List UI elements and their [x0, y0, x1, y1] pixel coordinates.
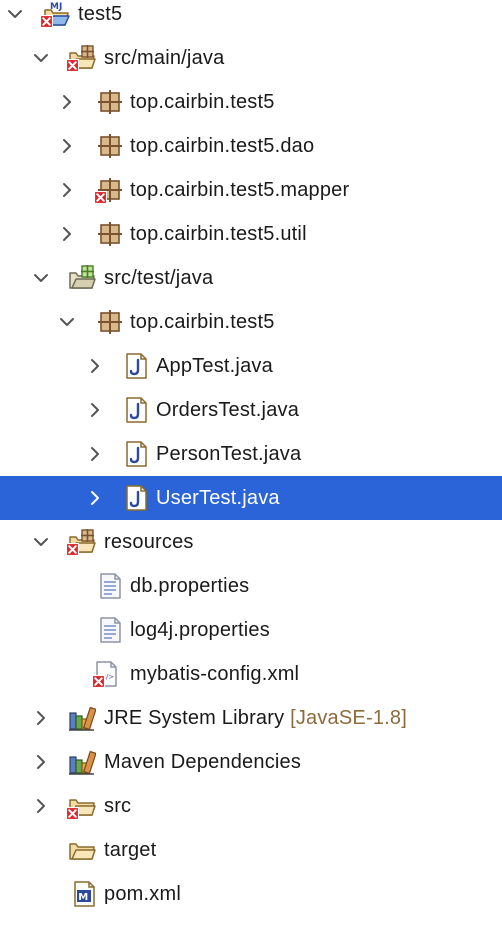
- java-file-label: PersonTest.java: [156, 443, 302, 465]
- package-label: top.cairbin.test5.util: [130, 223, 307, 245]
- library-icon: [68, 704, 96, 732]
- chevron-right-icon[interactable]: [86, 489, 104, 507]
- tree-node-src-test-java[interactable]: src/test/java: [0, 256, 502, 300]
- project-label: test5: [78, 3, 123, 25]
- chevron-right-icon[interactable]: [86, 357, 104, 375]
- tree-node-properties-file[interactable]: db.properties: [0, 564, 502, 608]
- chevron-right-icon[interactable]: [86, 445, 104, 463]
- error-overlay-icon: [40, 15, 53, 28]
- folder-icon: [68, 836, 96, 864]
- maven-label: Maven Dependencies: [104, 751, 302, 773]
- chevron-right-icon[interactable]: [58, 137, 76, 155]
- package-label: top.cairbin.test5.dao: [130, 135, 315, 157]
- package-label: top.cairbin.test5.mapper: [130, 179, 350, 201]
- java-file-label: AppTest.java: [156, 355, 273, 377]
- source-folder-icon: [68, 44, 96, 72]
- tree-node-package[interactable]: top.cairbin.test5: [0, 300, 502, 344]
- java-file-icon: [122, 484, 150, 512]
- chevron-right-icon[interactable]: [58, 225, 76, 243]
- package-label: top.cairbin.test5: [130, 91, 275, 113]
- jre-version-decoration: [JavaSE-1.8]: [290, 707, 407, 729]
- chevron-down-icon[interactable]: [32, 49, 50, 67]
- chevron-right-icon[interactable]: [32, 753, 50, 771]
- file-label: log4j.properties: [130, 619, 270, 641]
- chevron-right-icon[interactable]: [32, 797, 50, 815]
- chevron-right-icon[interactable]: [86, 401, 104, 419]
- tree-node-properties-file[interactable]: log4j.properties: [0, 608, 502, 652]
- source-folder-icon: [68, 528, 96, 556]
- tree-node-project[interactable]: test5: [0, 0, 502, 36]
- src-label: src: [104, 795, 132, 817]
- tree-node-java-file-selected[interactable]: UserTest.java: [0, 476, 502, 520]
- tree-node-maven-dependencies[interactable]: Maven Dependencies: [0, 740, 502, 784]
- source-folder-icon: [68, 264, 96, 292]
- error-overlay-icon: [66, 59, 79, 72]
- tree-node-package[interactable]: top.cairbin.test5: [0, 80, 502, 124]
- resources-label: resources: [104, 531, 194, 553]
- library-icon: [68, 748, 96, 776]
- tree-node-java-file[interactable]: PersonTest.java: [0, 432, 502, 476]
- tree-node-package[interactable]: top.cairbin.test5.mapper: [0, 168, 502, 212]
- tree-node-src-main-java[interactable]: src/main/java: [0, 36, 502, 80]
- chevron-right-icon[interactable]: [58, 93, 76, 111]
- package-icon: [96, 220, 124, 248]
- tree-node-pom-file[interactable]: pom.xml: [0, 872, 502, 916]
- tree-node-java-file[interactable]: AppTest.java: [0, 344, 502, 388]
- folder-icon: [68, 792, 96, 820]
- src-main-java-label: src/main/java: [104, 47, 225, 69]
- package-icon: [96, 132, 124, 160]
- package-icon: [96, 88, 124, 116]
- error-overlay-icon: [66, 807, 79, 820]
- java-file-icon: [122, 396, 150, 424]
- properties-file-icon: [96, 572, 124, 600]
- tree-node-jre-library[interactable]: JRE System Library [JavaSE-1.8]: [0, 696, 502, 740]
- chevron-down-icon[interactable]: [58, 313, 76, 331]
- tree-node-package[interactable]: top.cairbin.test5.dao: [0, 124, 502, 168]
- package-explorer-tree: test5 src/main/java top.cairbin.test5 to…: [0, 0, 502, 938]
- java-file-icon: [122, 352, 150, 380]
- file-label: mybatis-config.xml: [130, 663, 300, 685]
- file-label: db.properties: [130, 575, 250, 597]
- tree-node-xml-file[interactable]: mybatis-config.xml: [0, 652, 502, 696]
- tree-node-src-folder[interactable]: src: [0, 784, 502, 828]
- tree-node-package[interactable]: top.cairbin.test5.util: [0, 212, 502, 256]
- tree-node-target-folder[interactable]: target: [0, 828, 502, 872]
- chevron-down-icon[interactable]: [6, 5, 24, 23]
- chevron-down-icon[interactable]: [32, 269, 50, 287]
- error-overlay-icon: [66, 543, 79, 556]
- xml-file-icon: [92, 660, 120, 688]
- target-label: target: [104, 839, 157, 861]
- chevron-right-icon[interactable]: [58, 181, 76, 199]
- package-label: top.cairbin.test5: [130, 311, 275, 333]
- error-overlay-icon: [92, 675, 105, 688]
- src-test-java-label: src/test/java: [104, 267, 214, 289]
- package-icon: [96, 308, 124, 336]
- java-file-label: OrdersTest.java: [156, 399, 300, 421]
- tree-node-resources[interactable]: resources: [0, 520, 502, 564]
- jre-label: JRE System Library: [104, 707, 285, 729]
- java-project-icon: [42, 0, 70, 28]
- chevron-down-icon[interactable]: [32, 533, 50, 551]
- chevron-right-icon[interactable]: [32, 709, 50, 727]
- package-icon: [96, 176, 124, 204]
- error-overlay-icon: [94, 191, 107, 204]
- java-file-icon: [122, 440, 150, 468]
- tree-node-java-file[interactable]: OrdersTest.java: [0, 388, 502, 432]
- properties-file-icon: [96, 616, 124, 644]
- maven-pom-icon: [70, 880, 98, 908]
- java-file-label: UserTest.java: [156, 487, 280, 509]
- jre-label-group: JRE System Library [JavaSE-1.8]: [104, 696, 407, 740]
- pom-label: pom.xml: [104, 883, 181, 905]
